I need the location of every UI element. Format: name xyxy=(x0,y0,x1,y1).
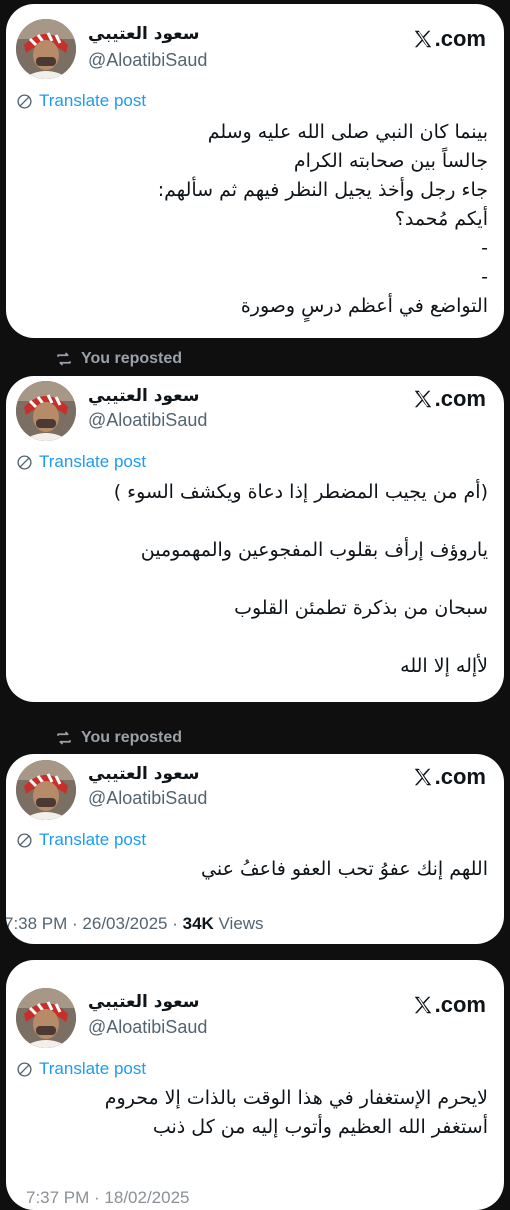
x-com-logo[interactable]: .com xyxy=(412,764,486,790)
translate-post-link[interactable]: Translate post xyxy=(16,830,146,850)
x-logo-icon xyxy=(412,766,434,788)
repost-indicator: You reposted xyxy=(55,729,182,747)
post-text: (أم من يجيب المضطر إذا دعاة ويكشف السوء … xyxy=(18,478,488,681)
translate-post-link[interactable]: Translate post xyxy=(16,1059,146,1079)
x-logo-icon xyxy=(412,388,434,410)
post-text: اللهم إنك عفوُ تحب العفو فاعفُ عني xyxy=(18,855,488,884)
avatar[interactable] xyxy=(16,760,76,820)
x-com-logo[interactable]: .com xyxy=(412,386,486,412)
post-line xyxy=(18,507,488,536)
display-name[interactable]: سعود العتيبي xyxy=(88,764,199,784)
x-com-label: .com xyxy=(434,386,486,411)
x-com-label: .com xyxy=(434,764,486,789)
post-line: سبحان من بذكرة تطمئن القلوب xyxy=(234,597,488,619)
post-meta: 7:38 PM · 26/03/2025 · 34K Views xyxy=(6,914,264,934)
avatar-image xyxy=(16,381,76,441)
handle[interactable]: @AloatibiSaud xyxy=(88,788,207,809)
post-line: ياروؤف إرأف بقلوب المفجوعين والمهمومين xyxy=(140,539,488,561)
post-line xyxy=(18,565,488,594)
avatar[interactable] xyxy=(16,19,76,79)
display-name[interactable]: سعود العتيبي xyxy=(88,24,199,44)
globe-icon xyxy=(16,454,33,471)
post-line: أستغفر الله العظيم وأتوب إليه من كل ذنب xyxy=(152,1116,488,1138)
globe-icon xyxy=(16,93,33,110)
post-card[interactable]: سعود العتيبي @AloatibiSaud .com Translat… xyxy=(6,754,504,944)
globe-icon xyxy=(16,1061,33,1078)
views-count: 34K xyxy=(182,914,214,933)
post-card[interactable]: سعود العتيبي @AloatibiSaud .com Translat… xyxy=(6,376,504,702)
translate-post-label: Translate post xyxy=(39,91,147,110)
x-com-logo[interactable]: .com xyxy=(412,992,486,1018)
x-com-label: .com xyxy=(434,992,486,1017)
post-timestamp[interactable]: 7:37 PM · 18/02/2025 xyxy=(26,1188,190,1208)
repost-label: You reposted xyxy=(81,350,183,367)
post-timestamp[interactable]: 7:38 PM · 26/03/2025 · xyxy=(6,914,183,933)
repost-indicator: You reposted xyxy=(55,350,182,368)
repost-icon xyxy=(55,729,73,747)
post-card[interactable]: سعود العتيبي @AloatibiSaud .com Translat… xyxy=(6,960,504,1210)
post-line: - xyxy=(481,266,488,288)
repost-icon xyxy=(55,350,73,368)
post-line xyxy=(18,623,488,652)
post-line: لايحرم الإستغفار في هذا الوقت بالذات إلا… xyxy=(104,1087,488,1109)
post-line: جاء رجل وأخذ يجيل النظر فيهم ثم سألهم: xyxy=(157,179,488,201)
avatar[interactable] xyxy=(16,988,76,1048)
post-card[interactable]: سعود العتيبي @AloatibiSaud .com Translat… xyxy=(6,4,504,338)
globe-icon xyxy=(16,832,33,849)
post-line: اللهم إنك عفوُ تحب العفو فاعفُ عني xyxy=(201,858,488,880)
repost-label: You reposted xyxy=(81,729,183,746)
x-logo-icon xyxy=(412,994,434,1016)
handle[interactable]: @AloatibiSaud xyxy=(88,50,207,71)
avatar-image xyxy=(16,988,76,1048)
translate-post-link[interactable]: Translate post xyxy=(16,91,146,111)
x-com-logo[interactable]: .com xyxy=(412,26,486,52)
handle[interactable]: @AloatibiSaud xyxy=(88,410,207,431)
handle[interactable]: @AloatibiSaud xyxy=(88,1017,207,1038)
post-line: - xyxy=(481,237,488,259)
post-text: لايحرم الإستغفار في هذا الوقت بالذات إلا… xyxy=(18,1084,488,1142)
display-name[interactable]: سعود العتيبي xyxy=(88,386,199,406)
post-line: بينما كان النبي صلى الله عليه وسلم xyxy=(207,121,488,143)
display-name[interactable]: سعود العتيبي xyxy=(88,992,199,1012)
x-logo-icon xyxy=(412,28,434,50)
post-line: التواضع في أعظم درسٍ وصورة xyxy=(240,295,488,317)
x-com-label: .com xyxy=(434,26,486,51)
translate-post-label: Translate post xyxy=(39,452,147,471)
translate-post-label: Translate post xyxy=(39,1059,147,1078)
post-line: جالساً بين صحابته الكرام xyxy=(293,150,488,172)
avatar-image xyxy=(16,760,76,820)
post-text: بينما كان النبي صلى الله عليه وسلم جالسا… xyxy=(18,118,488,321)
translate-post-label: Translate post xyxy=(39,830,147,849)
views-label: Views xyxy=(213,914,264,933)
post-line: (أم من يجيب المضطر إذا دعاة ويكشف السوء … xyxy=(113,481,488,503)
translate-post-link[interactable]: Translate post xyxy=(16,452,146,472)
post-line: أيكم مُحمد؟ xyxy=(394,208,488,230)
post-line: لأإله إلا الله xyxy=(400,655,488,677)
avatar-image xyxy=(16,19,76,79)
avatar[interactable] xyxy=(16,381,76,441)
